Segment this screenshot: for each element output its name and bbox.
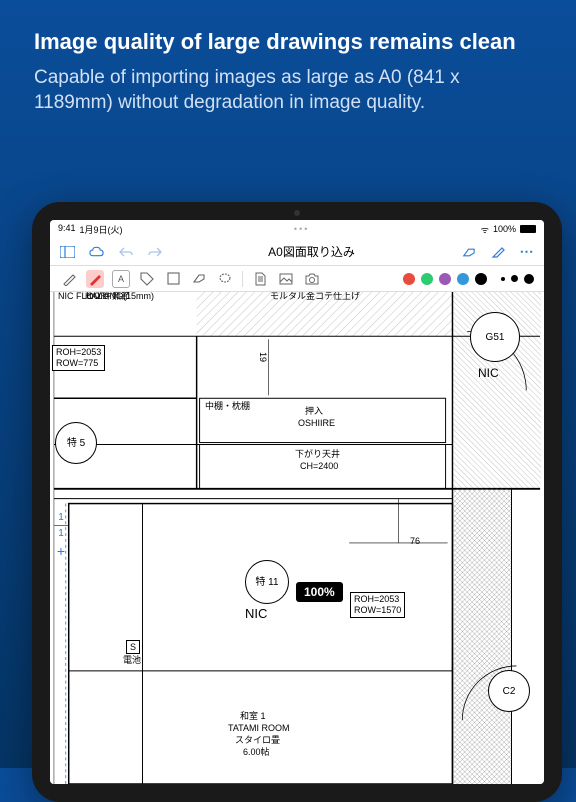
- toolbar: A: [50, 266, 544, 292]
- label-ceiling: 下がり天井: [295, 450, 340, 460]
- marketing-headline: Image quality of large drawings remains …: [34, 28, 542, 57]
- more-icon[interactable]: ⋯: [519, 244, 534, 259]
- dim-76: 76: [410, 537, 420, 547]
- color-blue[interactable]: [457, 273, 469, 285]
- circle-special5: 特 5: [55, 422, 97, 464]
- app-header: A0図面取り込み ⋯: [50, 238, 544, 266]
- pen-tool[interactable]: [60, 270, 78, 288]
- stroke-medium[interactable]: [511, 275, 518, 282]
- drawing-canvas[interactable]: HALL NIC FLOORING(15mm) ヒノキ無節 モルタル金コテ仕上げ…: [50, 292, 544, 784]
- document-title: A0図面取り込み: [268, 243, 355, 260]
- label-g51-nic: NIC: [478, 367, 499, 380]
- label-denchi: 電池: [123, 656, 141, 666]
- stroke-small[interactable]: [501, 277, 505, 281]
- color-green[interactable]: [421, 273, 433, 285]
- label-closet-top: 中棚・枕棚: [205, 402, 250, 412]
- status-date: 1月9日(火): [80, 223, 123, 236]
- lasso-tool[interactable]: [216, 270, 234, 288]
- label-closet: 押入: [305, 407, 323, 417]
- camera-tool[interactable]: [303, 270, 321, 288]
- circle-c2: C2: [488, 670, 530, 712]
- eraser-header-icon[interactable]: [461, 244, 476, 259]
- label-mortar: モルタル金コテ仕上げ: [270, 292, 360, 302]
- mark-s: S: [126, 640, 140, 654]
- box-roh1: ROH=2053ROW=775: [52, 345, 105, 371]
- text-tool[interactable]: A: [112, 270, 130, 288]
- marker-tool[interactable]: [86, 270, 104, 288]
- eraser-tool[interactable]: [190, 270, 208, 288]
- redo-icon[interactable]: [147, 244, 162, 259]
- box-roh2: ROH=2053ROW=1570: [350, 592, 405, 618]
- undo-icon[interactable]: [118, 244, 133, 259]
- label-flooring-sub: ヒノキ無節: [85, 292, 130, 302]
- image-tool[interactable]: [277, 270, 295, 288]
- color-red[interactable]: [403, 273, 415, 285]
- multitask-dots: •••: [294, 224, 309, 234]
- battery-icon: [520, 225, 536, 233]
- label-jo: 6.00帖: [243, 748, 270, 758]
- color-purple[interactable]: [439, 273, 451, 285]
- page-current: 1: [58, 512, 64, 523]
- label-washitsu: 和室 1: [240, 712, 266, 722]
- label-ch: CH=2400: [300, 462, 338, 472]
- document-tool[interactable]: [251, 270, 269, 288]
- page-total: 1: [58, 528, 64, 539]
- status-bar: 9:41 1月9日(火) ••• ᯤ 100%: [50, 220, 544, 238]
- stroke-large[interactable]: [524, 274, 534, 284]
- circle-g51: G51: [470, 312, 520, 362]
- wifi-icon: ᯤ: [481, 223, 489, 236]
- tag-tool[interactable]: [138, 270, 156, 288]
- label-closet-en: OSHIIRE: [298, 419, 335, 429]
- floorplan: HALL NIC FLOORING(15mm) ヒノキ無節 モルタル金コテ仕上げ…: [50, 292, 544, 784]
- zoom-tooltip: 100%: [296, 582, 343, 602]
- battery-percent: 100%: [493, 224, 516, 234]
- label-tatami: TATAMI ROOM: [228, 724, 290, 734]
- circle-special11: 特 11: [245, 560, 289, 604]
- label-nic: NIC: [245, 607, 267, 621]
- stroke-size: [501, 274, 534, 284]
- page-indicator[interactable]: 1 1 +: [54, 512, 68, 559]
- label-style: スタイロ畳: [235, 736, 280, 746]
- shape-tool[interactable]: [164, 270, 182, 288]
- color-black[interactable]: [475, 273, 487, 285]
- cloud-icon[interactable]: [89, 244, 104, 259]
- tablet-camera: [294, 210, 300, 216]
- marketing-subhead: Capable of importing images as large as …: [34, 65, 542, 116]
- pen-header-icon[interactable]: [490, 244, 505, 259]
- sidebar-toggle-icon[interactable]: [60, 244, 75, 259]
- status-time: 9:41: [58, 223, 76, 236]
- tablet-frame: 9:41 1月9日(火) ••• ᯤ 100% A0図面取り込み ⋯: [32, 202, 562, 802]
- dim-19: 19: [257, 352, 267, 362]
- color-palette: [403, 273, 487, 285]
- toolbar-divider: [242, 271, 243, 287]
- page-add-icon[interactable]: +: [57, 543, 65, 559]
- tablet-screen: 9:41 1月9日(火) ••• ᯤ 100% A0図面取り込み ⋯: [50, 220, 544, 784]
